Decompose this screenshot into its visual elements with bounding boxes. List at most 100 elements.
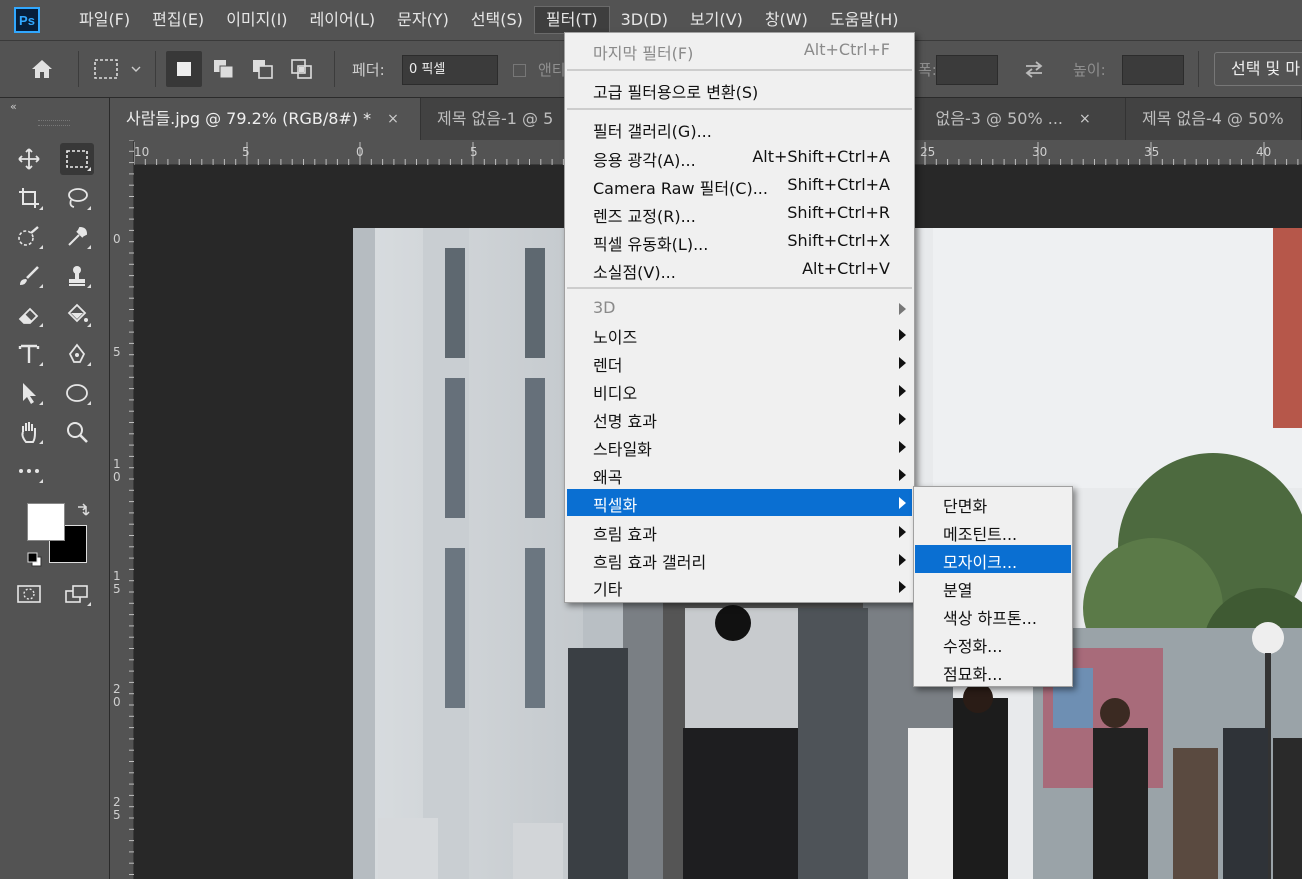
menu-item-filter-gallery[interactable]: 필터 갤러리(G)... xyxy=(567,115,912,142)
foreground-color-swatch[interactable] xyxy=(27,503,65,541)
crop-tool-icon[interactable] xyxy=(12,182,46,214)
vertical-ruler[interactable]: 0 5 1 0 1 5 2 0 2 5 xyxy=(110,140,134,879)
quick-selection-tool-icon[interactable] xyxy=(12,221,46,253)
menu-item-other[interactable]: 기타 xyxy=(567,573,912,600)
new-selection-icon[interactable] xyxy=(166,51,202,87)
intersect-selection-icon[interactable] xyxy=(284,51,320,87)
tab-label: 사람들.jpg @ 79.2% (RGB/8#) * xyxy=(126,109,372,128)
subtract-from-selection-icon[interactable] xyxy=(245,51,281,87)
tab-untitled-1[interactable]: 제목 없음-1 @ 5 xyxy=(421,98,571,140)
add-to-selection-icon[interactable] xyxy=(206,51,242,87)
menu-help[interactable]: 도움말(H) xyxy=(819,7,910,33)
submenu-item-facet[interactable]: 수정화... xyxy=(915,629,1071,657)
quick-mask-icon[interactable] xyxy=(12,578,46,610)
submenu-item-fragment[interactable]: 분열 xyxy=(915,573,1071,601)
menu-item-camera-raw[interactable]: Camera Raw 필터(C)... Shift+Ctrl+A xyxy=(567,172,912,199)
menu-edit[interactable]: 편집(E) xyxy=(141,7,215,33)
lasso-tool-icon[interactable] xyxy=(60,182,94,214)
submenu-item-mosaic[interactable]: 모자이크... xyxy=(915,545,1071,573)
menu-item-blur-gallery[interactable]: 흐림 효과 갤러리 xyxy=(567,546,912,573)
menu-image[interactable]: 이미지(I) xyxy=(215,7,298,33)
submenu-item-mezzotint[interactable]: 메조틴트... xyxy=(915,517,1071,545)
ellipse-tool-icon[interactable] xyxy=(60,377,94,409)
brush-tool-icon[interactable] xyxy=(12,260,46,292)
clone-stamp-tool-icon[interactable] xyxy=(60,260,94,292)
menu-item-sharpen[interactable]: 선명 효과 xyxy=(567,405,912,432)
close-icon[interactable]: × xyxy=(387,98,399,140)
swap-dimensions-icon[interactable] xyxy=(1018,51,1050,87)
submenu-arrow-icon xyxy=(899,329,906,341)
pen-tool-icon[interactable] xyxy=(60,338,94,370)
ruler-label: 5 xyxy=(470,145,478,159)
menu-item-noise[interactable]: 노이즈 xyxy=(567,321,912,348)
filter-menu: 마지막 필터(F) Alt+Ctrl+F 고급 필터용으로 변환(S) 필터 갤… xyxy=(564,32,915,603)
submenu-item-crystallize[interactable]: 단면화 xyxy=(915,489,1071,517)
tab-untitled-3[interactable]: 제목 없음-3 @ 50% ... × xyxy=(931,98,1126,140)
menu-item-stylize[interactable]: 스타일화 xyxy=(567,433,912,460)
more-tools-icon[interactable] xyxy=(12,455,46,487)
menu-3d[interactable]: 3D(D) xyxy=(610,7,679,33)
hand-tool-icon[interactable] xyxy=(12,416,46,448)
menu-type[interactable]: 문자(Y) xyxy=(386,7,460,33)
ruler-label: 1 5 xyxy=(113,569,121,596)
type-tool-icon[interactable] xyxy=(12,338,46,370)
home-icon[interactable] xyxy=(22,51,62,87)
rectangular-marquee-tool-icon[interactable] xyxy=(60,143,94,175)
submenu-arrow-icon xyxy=(899,581,906,593)
submenu-item-color-halftone[interactable]: 색상 하프톤... xyxy=(915,601,1071,629)
submenu-item-pointillize[interactable]: 점묘화... xyxy=(915,657,1071,685)
marquee-preset-icon[interactable] xyxy=(88,51,148,87)
toolbox-grip[interactable] xyxy=(38,120,70,126)
feather-input[interactable]: 0 픽셀 xyxy=(402,55,498,85)
ruler-label: 5 xyxy=(113,345,121,359)
menu-item-pixelate[interactable]: 픽셀화 xyxy=(567,489,912,516)
ruler-label: 25 xyxy=(920,145,936,159)
menu-select[interactable]: 선택(S) xyxy=(460,7,534,33)
submenu-arrow-icon xyxy=(899,413,906,425)
menu-item-lens-correction[interactable]: 렌즈 교정(R)... Shift+Ctrl+R xyxy=(567,200,912,227)
ruler-label: 2 0 xyxy=(113,682,121,709)
close-icon[interactable]: × xyxy=(1079,98,1091,140)
path-selection-tool-icon[interactable] xyxy=(12,377,46,409)
menu-item-convert-smart-filters[interactable]: 고급 필터용으로 변환(S) xyxy=(567,76,912,103)
menu-item-vanishing-point[interactable]: 소실점(V)... Alt+Ctrl+V xyxy=(567,256,912,283)
ruler-label: 0 xyxy=(113,232,121,246)
menu-file[interactable]: 파일(F) xyxy=(68,7,141,33)
eyedropper-tool-icon[interactable] xyxy=(60,221,94,253)
menu-item-last-filter[interactable]: 마지막 필터(F) Alt+Ctrl+F xyxy=(567,37,912,64)
menu-item-blur[interactable]: 흐림 효과 xyxy=(567,518,912,545)
menu-item-video[interactable]: 비디오 xyxy=(567,377,912,404)
tab-untitled-4[interactable]: 제목 없음-4 @ 50% xyxy=(1126,98,1302,140)
menu-item-render[interactable]: 렌더 xyxy=(567,349,912,376)
submenu-arrow-icon xyxy=(899,303,906,315)
menu-view[interactable]: 보기(V) xyxy=(679,7,754,33)
menu-item-liquify[interactable]: 픽셀 유동화(L)... Shift+Ctrl+X xyxy=(567,228,912,255)
submenu-arrow-icon xyxy=(899,554,906,566)
ruler-label: 2 5 xyxy=(113,795,121,822)
toolbox: « xyxy=(0,98,110,879)
move-tool-icon[interactable] xyxy=(12,143,46,175)
eraser-tool-icon[interactable] xyxy=(12,299,46,331)
menu-separator xyxy=(567,108,912,110)
menu-item-3d[interactable]: 3D xyxy=(567,295,912,322)
height-input[interactable] xyxy=(1122,55,1184,85)
default-colors-icon[interactable] xyxy=(27,552,43,572)
width-input[interactable] xyxy=(936,55,998,85)
height-label: 높이: xyxy=(1073,61,1106,79)
menu-layer[interactable]: 레이어(L) xyxy=(299,7,387,33)
swap-colors-icon[interactable] xyxy=(75,501,91,521)
submenu-arrow-icon xyxy=(899,497,906,509)
paint-bucket-tool-icon[interactable] xyxy=(60,299,94,331)
menu-item-distort[interactable]: 왜곡 xyxy=(567,461,912,488)
zoom-tool-icon[interactable] xyxy=(60,416,94,448)
menu-window[interactable]: 창(W) xyxy=(754,7,819,33)
antialias-checkbox[interactable] xyxy=(513,64,526,77)
collapse-panel-icon[interactable]: « xyxy=(10,100,17,113)
menu-filter[interactable]: 필터(T) xyxy=(533,6,610,34)
select-and-mask-button[interactable]: 선택 및 마 xyxy=(1214,52,1302,86)
menu-item-adaptive-wide-angle[interactable]: 응용 광각(A)... Alt+Shift+Ctrl+A xyxy=(567,144,912,171)
screen-mode-icon[interactable] xyxy=(60,578,94,610)
tab-people-jpg[interactable]: 사람들.jpg @ 79.2% (RGB/8#) * × xyxy=(110,98,421,140)
submenu-arrow-icon xyxy=(899,469,906,481)
ruler-label: 1 0 xyxy=(113,457,121,484)
